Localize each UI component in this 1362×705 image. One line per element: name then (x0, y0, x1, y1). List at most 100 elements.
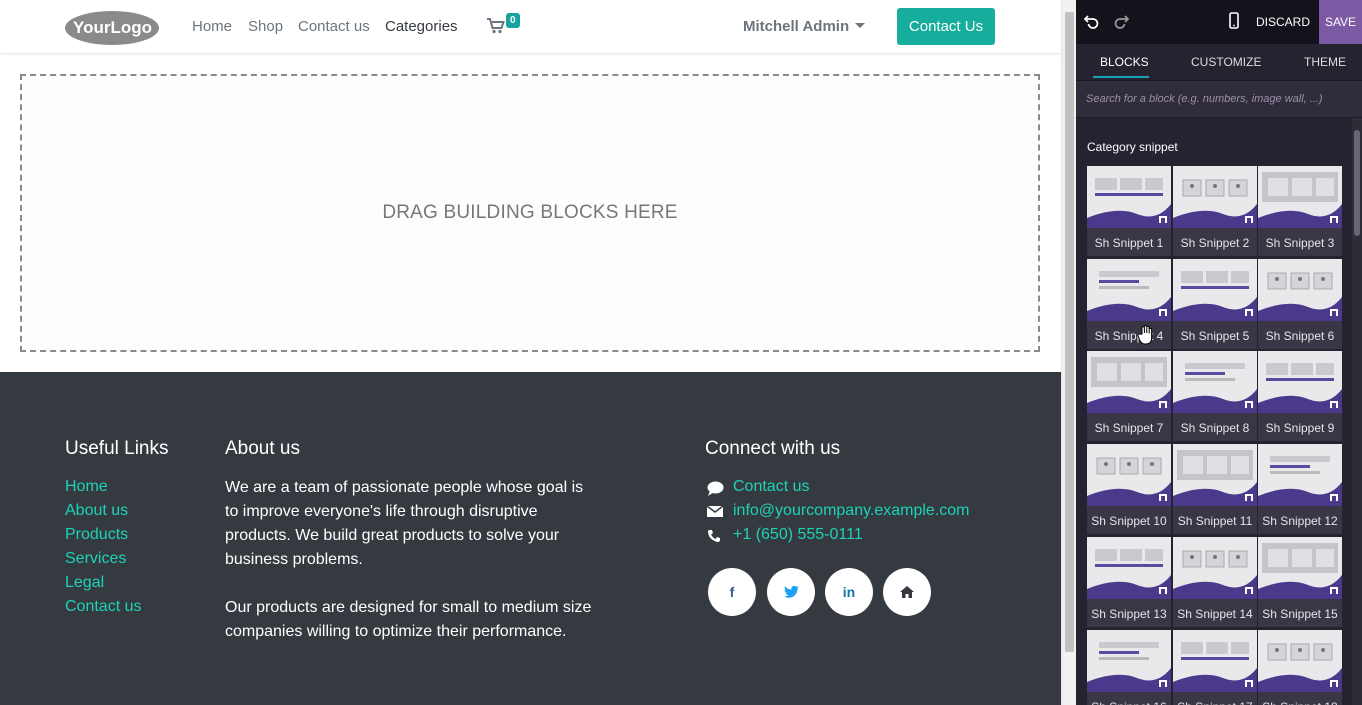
snippet-tile[interactable]: Sh Snippet 6 (1258, 259, 1342, 349)
about-us-text: We are a team of passionate people whose… (225, 476, 615, 572)
hand-cursor-icon (1137, 325, 1153, 345)
nav-home[interactable]: Home (192, 18, 232, 35)
panel-scrollbar[interactable] (1352, 118, 1362, 705)
snippet-thumbnail (1258, 537, 1342, 599)
snippet-label: Sh Snippet 16 (1087, 700, 1171, 705)
snippet-label: Sh Snippet 2 (1180, 236, 1250, 250)
snippet-tile[interactable]: Sh Snippet 4 (1087, 259, 1171, 349)
snippet-thumbnail (1258, 630, 1342, 692)
site-footer: Useful Links Home About us Products Serv… (0, 372, 1061, 705)
block-search (1076, 80, 1362, 118)
comment-icon (707, 481, 724, 496)
snippet-tile[interactable]: Sh Snippet 10 (1087, 444, 1171, 534)
drop-zone[interactable]: DRAG BUILDING BLOCKS HERE (20, 74, 1040, 352)
phone-icon (708, 530, 720, 542)
snippet-label: Sh Snippet 7 (1094, 421, 1164, 435)
snippet-tile[interactable]: Sh Snippet 13 (1087, 537, 1171, 627)
snippet-label: Sh Snippet 5 (1180, 329, 1250, 343)
about-line: products. We build great products to sol… (225, 527, 560, 544)
nav-categories[interactable]: Categories (385, 18, 458, 35)
nav-contact-us[interactable]: Contact us (298, 18, 370, 35)
snippet-label: Sh Snippet 15 (1262, 607, 1338, 621)
snippet-label: Sh Snippet 13 (1091, 607, 1167, 621)
undo-icon[interactable] (1084, 13, 1100, 29)
useful-links-title: Useful Links (65, 438, 169, 459)
tab-theme[interactable]: THEME (1304, 55, 1346, 69)
website-preview: YourLogo Home Shop Contact us Categories… (0, 0, 1061, 705)
about-us-text-2: Our products are designed for small to m… (225, 596, 615, 644)
snippet-tile[interactable]: Sh Snippet 7 (1087, 351, 1171, 441)
editor-tabs: BLOCKS CUSTOMIZE THEME (1076, 44, 1362, 80)
home-icon[interactable] (883, 568, 931, 616)
snippet-label: Sh Snippet 18 (1258, 700, 1342, 705)
snippet-thumbnail (1087, 537, 1171, 599)
snippet-thumbnail (1087, 351, 1171, 413)
about-line: Our products are designed for small to m… (225, 599, 592, 616)
snippet-thumbnail (1173, 259, 1257, 321)
snippet-tile[interactable]: Sh Snippet 5 (1173, 259, 1257, 349)
email-link[interactable]: info@yourcompany.example.com (733, 502, 970, 520)
snippet-tile[interactable]: Sh Snippet 12 (1258, 444, 1342, 534)
cart-icon[interactable] (487, 18, 505, 34)
save-button[interactable]: SAVE (1319, 0, 1362, 44)
footer-link-about-us[interactable]: About us (65, 502, 128, 520)
connect-title: Connect with us (705, 438, 841, 459)
contact-us-button[interactable]: Contact Us (897, 8, 995, 45)
phone-link[interactable]: +1 (650) 555-0111 (733, 526, 863, 544)
about-line: business problems. (225, 551, 363, 568)
snippet-thumbnail (1258, 166, 1342, 228)
footer-link-contact-us[interactable]: Contact us (65, 598, 141, 616)
block-search-input[interactable] (1076, 81, 1362, 117)
snippet-tile[interactable]: Sh Snippet 16 (1087, 630, 1171, 705)
linkedin-icon[interactable]: in (825, 568, 873, 616)
about-line: companies willing to optimize their perf… (225, 623, 567, 640)
twitter-icon[interactable] (767, 568, 815, 616)
blocks-list: Category snippet Sh Snippet 1 Sh Snippet … (1076, 118, 1352, 705)
contact-us-link[interactable]: Contact us (733, 478, 809, 496)
snippet-tile[interactable]: Sh Snippet 18 (1258, 630, 1342, 705)
envelope-icon (707, 505, 723, 517)
snippet-label: Sh Snippet 9 (1265, 421, 1335, 435)
cart-count-badge: 0 (506, 13, 520, 28)
facebook-icon[interactable]: f (708, 568, 756, 616)
snippet-label: Sh Snippet 12 (1262, 514, 1338, 528)
snippet-tile[interactable]: Sh Snippet 3 (1258, 166, 1342, 256)
footer-link-services[interactable]: Services (65, 550, 126, 568)
snippet-thumbnail (1087, 166, 1171, 228)
snippet-tile[interactable]: Sh Snippet 11 (1173, 444, 1257, 534)
tab-customize[interactable]: CUSTOMIZE (1191, 55, 1261, 69)
drop-zone-label: DRAG BUILDING BLOCKS HERE (382, 202, 678, 223)
redo-icon[interactable] (1113, 13, 1129, 29)
user-menu[interactable]: Mitchell Admin (743, 18, 849, 35)
snippet-tile[interactable]: Sh Snippet 15 (1258, 537, 1342, 627)
snippet-label: Sh Snippet 3 (1265, 236, 1335, 250)
footer-link-home[interactable]: Home (65, 478, 108, 496)
snippet-tile[interactable]: Sh Snippet 1 (1087, 166, 1171, 256)
discard-button[interactable]: DISCARD (1256, 15, 1310, 29)
panel-scrollbar-thumb[interactable] (1354, 130, 1360, 236)
footer-link-legal[interactable]: Legal (65, 574, 104, 592)
snippet-tile[interactable]: Sh Snippet 17 (1173, 630, 1257, 705)
about-line: We are a team of passionate people whose… (225, 479, 584, 496)
snippet-tile[interactable]: Sh Snippet 9 (1258, 351, 1342, 441)
snippet-tile[interactable]: Sh Snippet 2 (1173, 166, 1257, 256)
snippet-thumbnail (1258, 351, 1342, 413)
chevron-down-icon[interactable] (855, 23, 865, 28)
snippet-label: Sh Snippet 4 (1094, 329, 1164, 343)
snippet-thumbnail (1087, 444, 1171, 506)
page-scrollbar-thumb[interactable] (1065, 12, 1074, 652)
snippet-thumbnail (1173, 166, 1257, 228)
page-scrollbar[interactable] (1061, 0, 1076, 705)
snippet-tile[interactable]: Sh Snippet 14 (1173, 537, 1257, 627)
mobile-preview-icon[interactable] (1229, 12, 1239, 29)
snippet-label: Sh Snippet 10 (1091, 514, 1167, 528)
footer-link-products[interactable]: Products (65, 526, 128, 544)
tab-blocks[interactable]: BLOCKS (1100, 55, 1149, 69)
snippet-tile[interactable]: Sh Snippet 8 (1173, 351, 1257, 441)
snippet-thumbnail (1087, 259, 1171, 321)
logo[interactable]: YourLogo (64, 9, 161, 46)
site-header: YourLogo Home Shop Contact us Categories… (0, 0, 1061, 54)
nav-shop[interactable]: Shop (248, 18, 283, 35)
snippet-thumbnail (1258, 444, 1342, 506)
snippet-thumbnail (1173, 630, 1257, 692)
